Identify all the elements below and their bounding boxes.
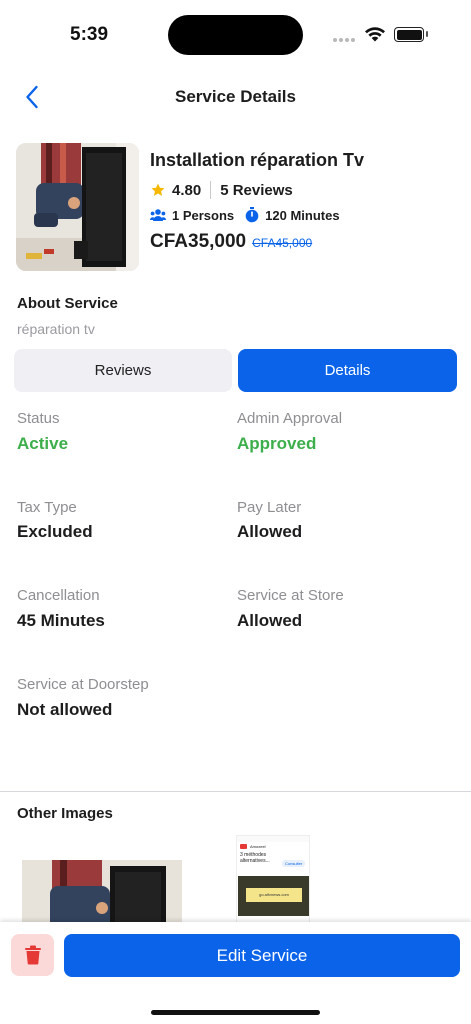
admin-approval-value: Approved bbox=[237, 434, 317, 453]
original-price: CFA45,000 bbox=[252, 236, 313, 250]
admin-approval-label: Admin Approval bbox=[237, 410, 343, 427]
youtube-icon bbox=[240, 844, 247, 849]
reviews-count[interactable]: 5 Reviews bbox=[220, 182, 293, 199]
price-row: CFA35,000 CFA45,000 bbox=[150, 231, 312, 253]
pay-later-label: Pay Later bbox=[237, 499, 302, 516]
rating-row: 4.80 5 Reviews bbox=[150, 180, 293, 200]
trash-icon bbox=[24, 945, 41, 965]
cancellation-value: 45 Minutes bbox=[17, 611, 105, 630]
page-title: Service Details bbox=[175, 87, 296, 106]
about-service-text: réparation tv bbox=[17, 321, 95, 337]
thumb-title: Amoxeel bbox=[250, 844, 266, 849]
rating-value: 4.80 bbox=[172, 181, 202, 199]
home-indicator bbox=[151, 1010, 320, 1015]
service-name: Installation réparation Tv bbox=[150, 150, 365, 170]
tab-reviews[interactable]: Reviews bbox=[14, 349, 232, 392]
navigation-bar: Service Details bbox=[0, 78, 471, 118]
other-image-1[interactable] bbox=[22, 860, 182, 930]
battery-icon bbox=[394, 27, 424, 42]
other-images-heading: Other Images bbox=[17, 805, 113, 822]
service-at-doorstep-label: Service at Doorstep bbox=[17, 676, 149, 693]
status-value: Active bbox=[17, 434, 69, 453]
thumb-screen-text: go.alfvnews.com bbox=[246, 888, 302, 902]
star-icon bbox=[151, 183, 165, 196]
wifi-icon bbox=[365, 27, 385, 42]
service-at-store-label: Service at Store bbox=[237, 587, 344, 604]
tax-type-label: Tax Type bbox=[17, 499, 77, 516]
divider bbox=[210, 181, 212, 199]
service-at-store-value: Allowed bbox=[237, 611, 303, 630]
timer-icon bbox=[245, 207, 259, 223]
dynamic-island bbox=[168, 15, 303, 55]
pay-later-value: Allowed bbox=[237, 522, 303, 541]
persons-count: 1 Persons bbox=[172, 207, 235, 223]
cancellation-label: Cancellation bbox=[17, 587, 100, 604]
service-at-doorstep-value: Not allowed bbox=[17, 700, 113, 719]
service-image[interactable] bbox=[16, 143, 139, 271]
status-label: Status bbox=[17, 410, 60, 427]
meta-row: 1 Persons 120 Minutes bbox=[150, 206, 340, 224]
edit-service-button[interactable]: Edit Service bbox=[64, 934, 460, 977]
cellular-signal-icon bbox=[333, 38, 355, 42]
persons-icon bbox=[150, 208, 166, 222]
status-bar: 5:39 bbox=[0, 0, 471, 70]
thumb-line: 3 méthodes alternatives... bbox=[240, 852, 270, 864]
status-time: 5:39 bbox=[70, 24, 109, 45]
tab-details[interactable]: Details bbox=[238, 349, 457, 392]
delete-button[interactable] bbox=[11, 934, 54, 976]
divider bbox=[0, 791, 471, 792]
thumb-consulter-button: Consulter bbox=[282, 860, 306, 867]
about-service-heading: About Service bbox=[17, 295, 118, 312]
price: CFA35,000 bbox=[150, 231, 247, 252]
duration: 120 Minutes bbox=[265, 207, 340, 223]
other-image-2[interactable]: Amoxeel 3 méthodes alternatives... Consu… bbox=[236, 835, 310, 925]
tax-type-value: Excluded bbox=[17, 522, 93, 541]
